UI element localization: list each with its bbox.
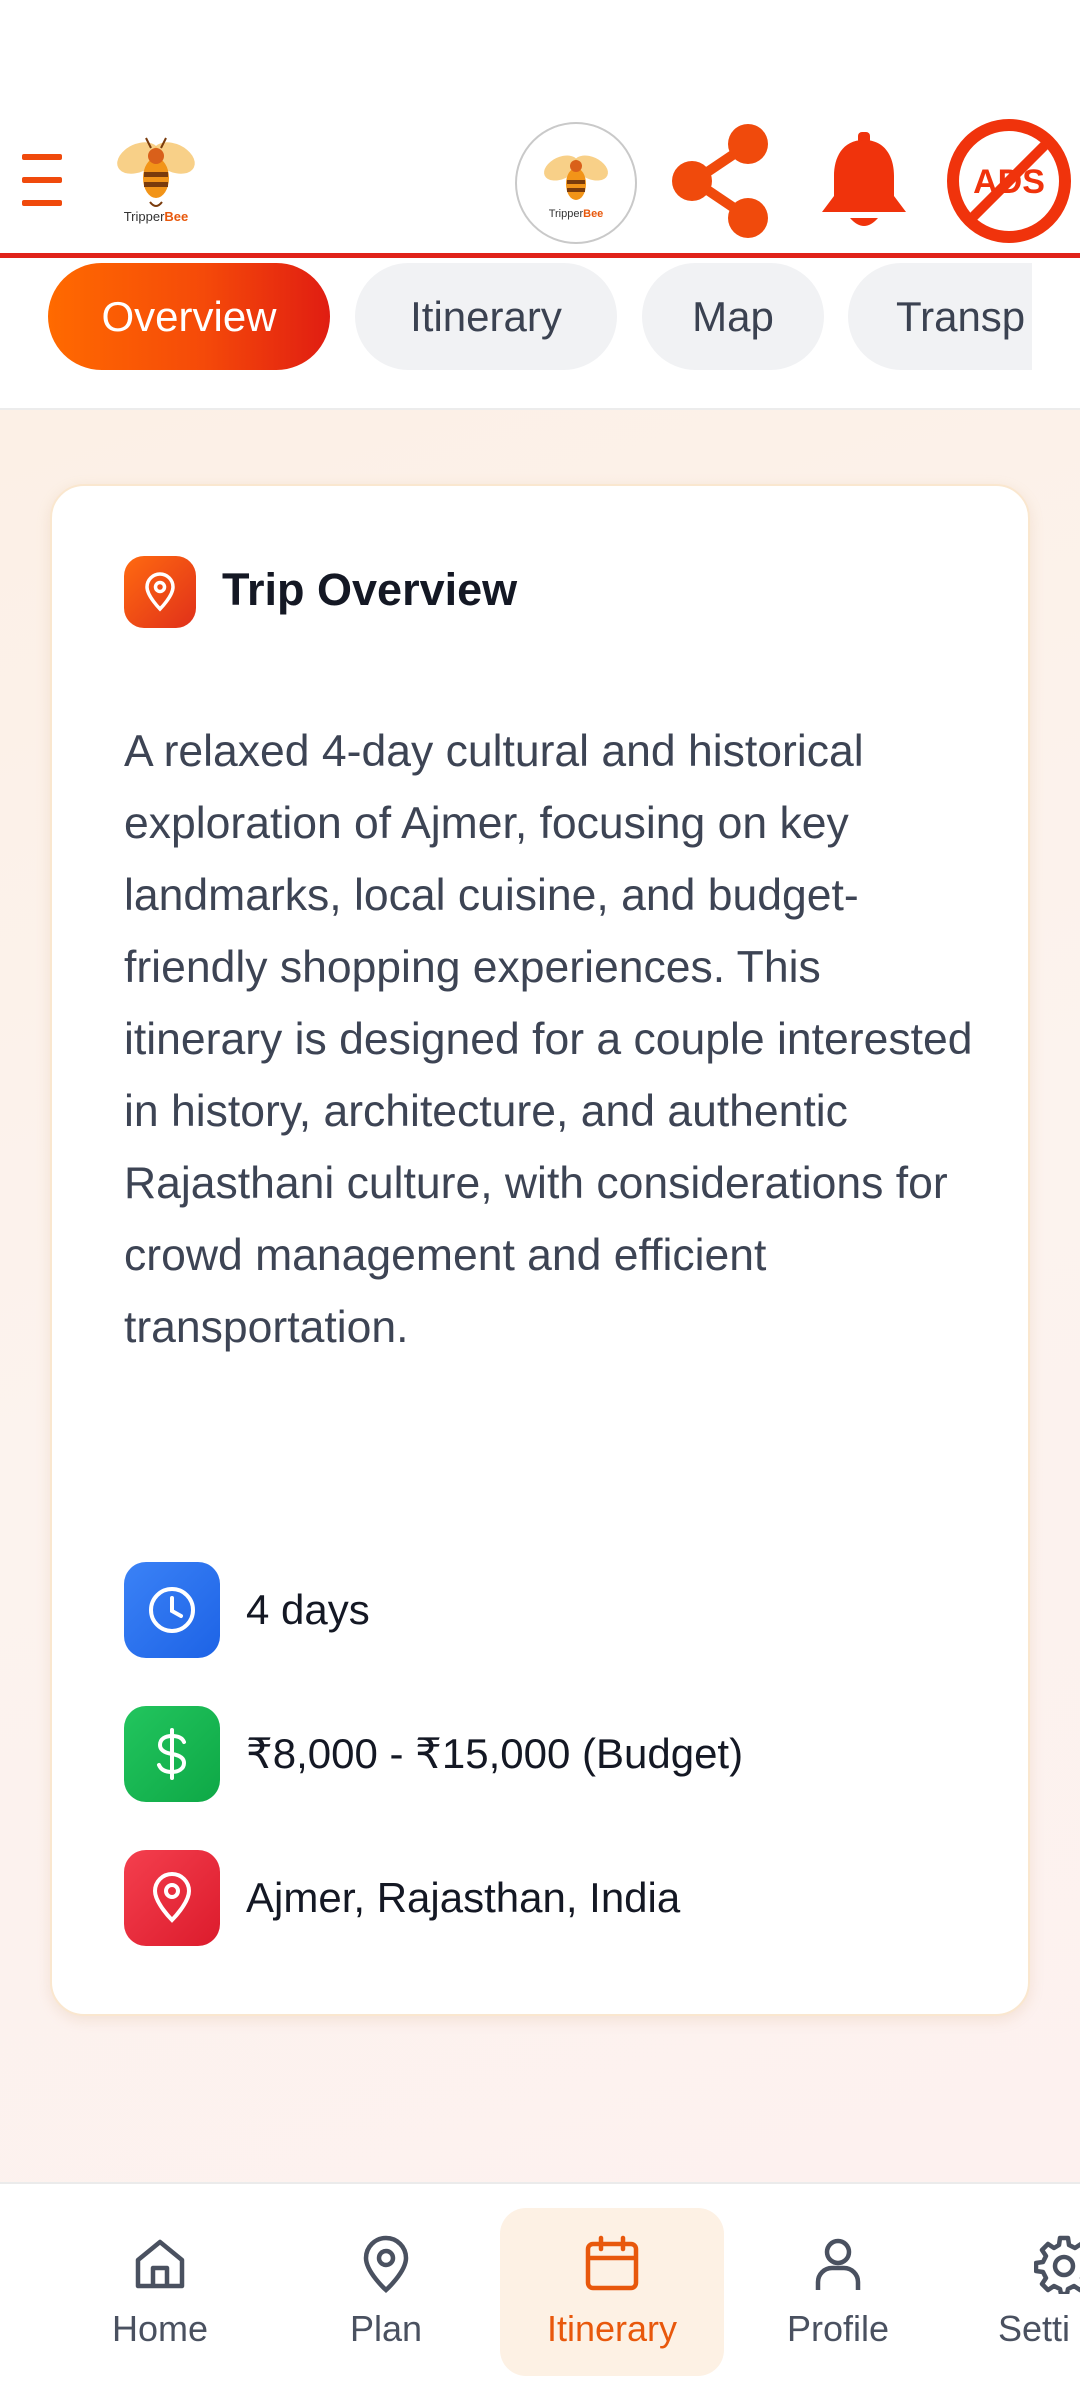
location-pin-icon [124,1850,220,1946]
nav-plan[interactable]: Plan [274,2208,498,2376]
budget-row: ₹8,000 - ₹15,000 (Budget) [124,1706,984,1802]
location-text: Ajmer, Rajasthan, India [246,1874,681,1921]
map-pin-icon [124,556,196,628]
main-content: Trip Overview A relaxed 4-day cultural a… [0,410,1080,2182]
calendar-icon [585,2235,639,2291]
trip-overview-card: Trip Overview A relaxed 4-day cultural a… [50,484,1030,2016]
remove-ads-icon[interactable]: ADS [946,118,1072,244]
trip-description: A relaxed 4-day cultural and historical … [124,727,973,1352]
nav-profile-label: Profile [786,2308,890,2349]
logo-text-bee: Bee [164,209,189,224]
notification-bell-icon[interactable] [818,130,910,234]
section-tabs: Overview Itinerary Map Transp [0,263,1080,410]
gear-icon [1034,2235,1080,2294]
user-icon [815,2238,861,2290]
tripperbee-logo[interactable]: TripperBee [110,132,202,230]
duration-row: 4 days [124,1562,984,1658]
nav-settings-label: Setti [998,2308,1071,2349]
logo-text: Tripper [548,208,584,220]
app-screen: TripperBee TripperBee Overview Itinerary… [0,0,1080,2400]
budget-text: ₹8,000 - ₹15,000 (Budget) [246,1730,744,1777]
nav-itinerary-label: Itinerary [546,2308,678,2349]
hamburger-menu-icon[interactable] [22,154,62,206]
nav-itinerary[interactable]: Itinerary [500,2208,724,2376]
location-row: Ajmer, Rajasthan, India [124,1850,984,1946]
tab-itinerary[interactable]: Itinerary [355,263,617,370]
clock-icon [124,1562,220,1658]
nav-settings[interactable]: Setti [952,2208,1080,2376]
bee-icon [544,155,608,200]
dollar-icon [124,1706,220,1802]
tripperbee-profile-logo-button[interactable]: TripperBee [515,122,637,244]
tab-map[interactable]: Map [642,263,824,370]
tab-overview[interactable]: Overview [48,263,330,370]
bee-icon [117,137,195,207]
bottom-navigation: Home Plan Itinerary Profile Setti [0,2182,1080,2400]
logo-text: Tripper [123,209,165,224]
app-header: TripperBee TripperBee [0,0,1080,258]
map-pin-icon [363,2235,409,2294]
card-title: Trip Overview [222,564,518,615]
nav-home-label: Home [111,2308,209,2349]
tab-transport[interactable]: Transp [848,263,1032,370]
nav-home[interactable]: Home [48,2208,272,2376]
logo-text-bee: Bee [583,208,604,220]
duration-text: 4 days [246,1586,370,1633]
share-icon[interactable] [668,124,772,238]
home-icon [135,2239,185,2289]
nav-profile[interactable]: Profile [726,2208,950,2376]
nav-plan-label: Plan [349,2308,423,2349]
